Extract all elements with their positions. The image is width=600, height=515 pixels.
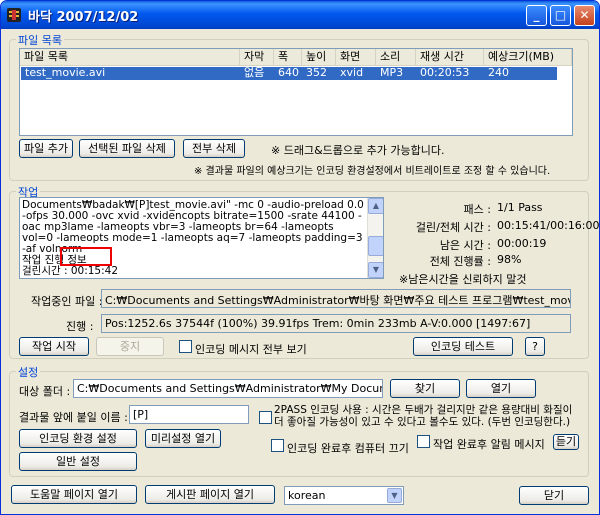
prefix-field[interactable]: [P] bbox=[129, 405, 249, 424]
stat-progress-label: 전체 진행률 : bbox=[429, 255, 491, 268]
target-folder-label: 대상 폴더 : bbox=[19, 385, 71, 398]
cell-subtitle: 없음 bbox=[244, 66, 265, 79]
add-file-button[interactable]: 파일 추가 bbox=[19, 139, 73, 158]
stat-pass-label: 패스 : bbox=[463, 203, 491, 216]
cell-width: 640 bbox=[278, 66, 299, 79]
cell-size: 240 bbox=[488, 66, 509, 79]
remaining-time-note: ※남은시간을 신뢰하지 말것 bbox=[399, 273, 527, 286]
twopass-label: 2PASS 인코딩 사용 : 시간은 두배가 걸리지만 같은 용량대비 화질이 … bbox=[274, 404, 573, 428]
twopass-checkbox[interactable] bbox=[259, 411, 272, 424]
notify-checkbox[interactable] bbox=[417, 435, 430, 448]
file-list[interactable]: 파일 목록 자막 폭 높이 화면 소리 재생 시간 예상크기(MB) test_… bbox=[19, 48, 573, 136]
show-all-messages-label: 인코딩 메시지 전부 보기 bbox=[195, 343, 307, 356]
current-file-label: 작업중인 파일 : bbox=[31, 295, 103, 308]
help-button[interactable]: ? bbox=[525, 337, 545, 356]
stat-pass-value: 1/1 Pass bbox=[497, 201, 543, 214]
maximize-icon: □ bbox=[554, 8, 567, 22]
open-folder-button[interactable]: 열기 bbox=[466, 379, 536, 398]
shutdown-checkbox[interactable] bbox=[271, 439, 284, 452]
stat-time-value: 00:15:41/00:16:00 bbox=[497, 219, 600, 232]
progress-label: 진행 : bbox=[66, 320, 94, 333]
prefix-label: 결과물 앞에 붙일 이름 : bbox=[19, 411, 128, 424]
language-value: korean bbox=[288, 489, 326, 502]
scroll-down-icon[interactable]: ▼ bbox=[368, 262, 383, 278]
close-icon: ✕ bbox=[579, 8, 590, 22]
close-button[interactable]: 닫기 bbox=[519, 486, 589, 505]
stat-time-label: 걸린/전체 시간 : bbox=[415, 221, 491, 234]
cell-video: xvid bbox=[340, 66, 364, 79]
stat-remaining-label: 남은 시간 : bbox=[439, 239, 491, 252]
settings-title: 설정 bbox=[16, 364, 41, 380]
column-header-size[interactable]: 예상크기(MB) bbox=[484, 49, 572, 66]
minimize-button[interactable]: _ bbox=[526, 5, 547, 26]
log-scrollbar[interactable]: ▲ ▼ bbox=[367, 198, 383, 278]
close-window-button[interactable]: ✕ bbox=[574, 5, 595, 26]
scroll-up-icon[interactable]: ▲ bbox=[368, 198, 383, 214]
size-note: ※ 결과물 파일의 예상크기는 인코딩 환경설정에서 비트레이트로 조정 할 수… bbox=[194, 166, 551, 177]
general-settings-button[interactable]: 일반 설정 bbox=[19, 452, 137, 471]
stat-progress-value: 98% bbox=[497, 253, 522, 266]
board-page-button[interactable]: 게시판 페이지 열기 bbox=[145, 485, 275, 504]
notify-listen-button[interactable]: 듣기 bbox=[553, 434, 579, 450]
shutdown-label: 인코딩 완료후 컴퓨터 끄기 bbox=[287, 442, 409, 455]
window-title: 바닥 2007/12/02 bbox=[28, 10, 139, 25]
target-folder-field[interactable]: C:₩Documents and Settings₩Administrator₩… bbox=[73, 379, 383, 398]
encoding-log[interactable]: Documents₩badak₩[P]test_movie.avi" -mc 0… bbox=[19, 197, 384, 279]
cell-filename: test_movie.avi bbox=[25, 66, 106, 79]
column-header-audio[interactable]: 소리 bbox=[376, 49, 416, 66]
column-header-width[interactable]: 폭 bbox=[274, 49, 302, 66]
show-all-messages-checkbox[interactable] bbox=[179, 340, 192, 353]
current-file-field: C:₩Documents and Settings₩Administrator₩… bbox=[101, 289, 571, 308]
cell-height: 352 bbox=[306, 66, 327, 79]
stop-button[interactable]: 중지 bbox=[96, 337, 164, 356]
stat-remaining-value: 00:00:19 bbox=[497, 237, 547, 250]
elapsed-time-highlight bbox=[60, 247, 112, 266]
notify-label: 작업 완료후 알림 메시지 bbox=[433, 438, 545, 451]
minimize-icon: _ bbox=[533, 8, 540, 22]
table-row[interactable]: test_movie.avi 없음 640 352 xvid MP3 00:20… bbox=[21, 67, 557, 80]
file-list-title: 파일 목록 bbox=[16, 32, 64, 48]
progress-field: Pos:1252.6s 37544f (100%) 39.91fps Trem:… bbox=[101, 314, 571, 333]
scroll-thumb[interactable] bbox=[368, 236, 383, 256]
delete-all-button[interactable]: 전부 삭제 bbox=[183, 139, 245, 158]
start-button[interactable]: 작업 시작 bbox=[19, 337, 89, 356]
app-window: 바닥 2007/12/02 _ □ ✕ 파일 목록 파일 목록 자막 폭 높이 … bbox=[0, 0, 600, 515]
cell-audio: MP3 bbox=[380, 66, 404, 79]
language-select[interactable]: korean ▼ bbox=[284, 486, 404, 505]
app-icon bbox=[7, 8, 21, 22]
maximize-button[interactable]: □ bbox=[550, 5, 571, 26]
preset-open-button[interactable]: 미리설정 열기 bbox=[145, 429, 221, 448]
help-page-button[interactable]: 도움말 페이지 열기 bbox=[11, 485, 137, 504]
chevron-down-icon[interactable]: ▼ bbox=[387, 488, 402, 503]
delete-selected-button[interactable]: 선택된 파일 삭제 bbox=[79, 139, 175, 158]
column-header-height[interactable]: 높이 bbox=[302, 49, 336, 66]
title-bar[interactable]: 바닥 2007/12/02 _ □ ✕ bbox=[1, 1, 599, 29]
file-list-header: 파일 목록 자막 폭 높이 화면 소리 재생 시간 예상크기(MB) bbox=[20, 49, 572, 66]
cell-duration: 00:20:53 bbox=[420, 66, 470, 79]
encode-test-button[interactable]: 인코딩 테스트 bbox=[413, 337, 513, 356]
browse-button[interactable]: 찾기 bbox=[390, 379, 460, 398]
encode-settings-button[interactable]: 인코딩 환경 설정 bbox=[19, 429, 137, 448]
column-header-filename[interactable]: 파일 목록 bbox=[20, 49, 240, 66]
column-header-subtitle[interactable]: 자막 bbox=[240, 49, 274, 66]
column-header-video[interactable]: 화면 bbox=[336, 49, 376, 66]
column-header-duration[interactable]: 재생 시간 bbox=[416, 49, 484, 66]
drag-drop-note: ※ 드래그&드롭으로 추가 가능합니다. bbox=[271, 144, 445, 157]
